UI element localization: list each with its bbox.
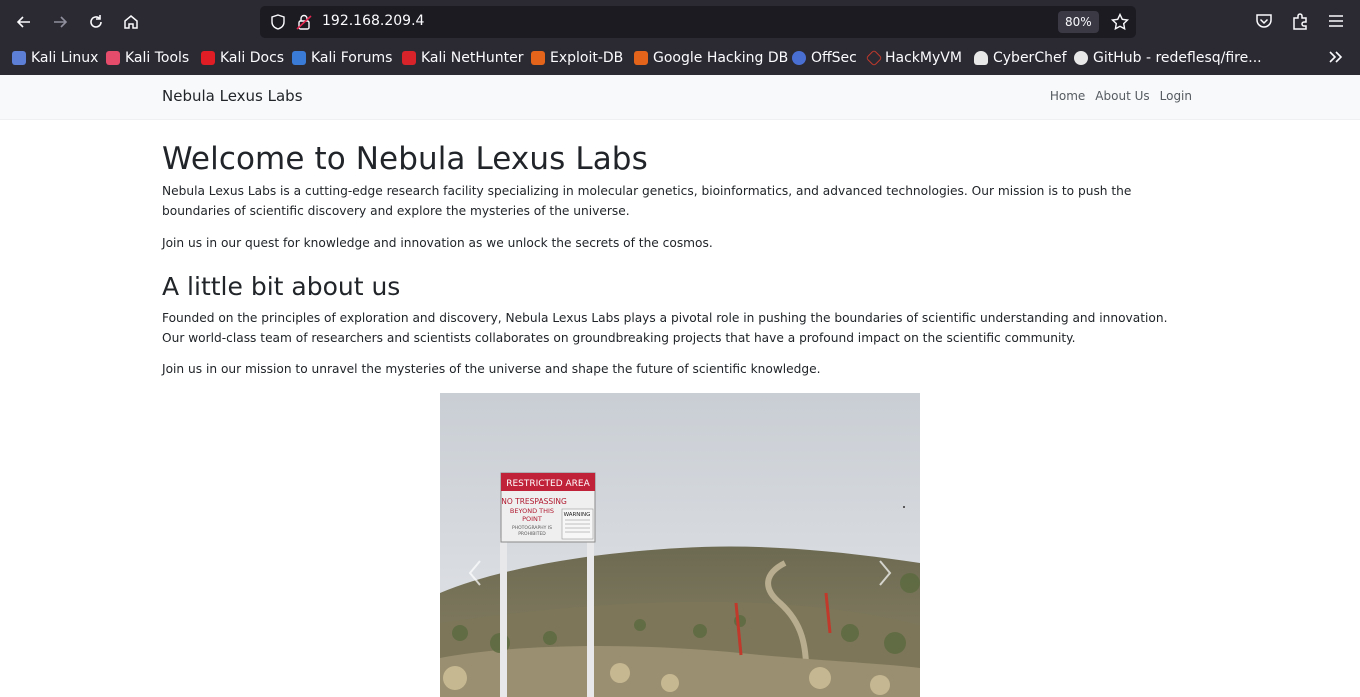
github-icon (1074, 51, 1088, 65)
sign-line-7: WARNING (564, 512, 591, 518)
back-button[interactable] (10, 8, 38, 36)
sign-line-6: PROHIBITED (518, 531, 546, 537)
intro-paragraph-2: Join us in our quest for knowledge and i… (162, 236, 713, 250)
image-carousel: RESTRICTED AREA NO TRESPASSING BEYOND TH… (440, 393, 920, 697)
kali-tools-icon (106, 51, 120, 65)
site-navbar: Nebula Lexus Labs Home About Us Login (0, 75, 1360, 120)
restricted-area-photo: RESTRICTED AREA NO TRESPASSING BEYOND TH… (440, 393, 920, 697)
extensions-icon[interactable] (1289, 10, 1311, 32)
page-title: Welcome to Nebula Lexus Labs (162, 141, 648, 177)
about-paragraph-2: Join us in our mission to unravel the my… (162, 362, 821, 376)
bookmark-cyberchef[interactable]: CyberChef (974, 48, 1067, 68)
exploit-db-icon (531, 51, 545, 65)
hackmyvm-icon (865, 49, 883, 67)
zoom-level-badge[interactable]: 80% (1058, 11, 1099, 33)
cyberchef-icon (974, 51, 988, 65)
bookmark-google-hacking-db[interactable]: Google Hacking DB (634, 48, 788, 68)
bookmark-offsec[interactable]: OffSec (792, 48, 857, 68)
intro-paragraph: Nebula Lexus Labs is a cutting-edge rese… (162, 184, 1132, 218)
carousel-prev-chevron-icon[interactable] (464, 555, 488, 591)
about-heading: A little bit about us (162, 272, 401, 301)
sign-line-2: NO TRESPASSING (501, 497, 567, 506)
forward-arrow-icon (54, 16, 68, 28)
url-text[interactable]: 192.168.209.4 (322, 13, 424, 29)
nav-about-link[interactable]: About Us (1095, 89, 1149, 103)
sign-line-1: RESTRICTED AREA (506, 479, 590, 489)
nav-login-link[interactable]: Login (1160, 89, 1192, 103)
site-brand[interactable]: Nebula Lexus Labs (162, 87, 303, 105)
back-arrow-icon (16, 16, 30, 28)
address-bar[interactable]: 192.168.209.4 80% (260, 6, 1136, 38)
bookmark-hackmyvm[interactable]: HackMyVM (865, 48, 962, 68)
bookmark-github[interactable]: GitHub - redeflesq/fire... (1074, 48, 1262, 68)
insecure-lock-icon[interactable] (295, 13, 313, 31)
bookmark-exploit-db[interactable]: Exploit-DB (531, 48, 623, 68)
bookmarks-toolbar: Kali Linux Kali Tools Kali Docs Kali For… (0, 44, 1360, 72)
menu-hamburger-icon[interactable] (1325, 10, 1347, 32)
kali-nethunter-icon (402, 51, 416, 65)
bookmark-kali-tools[interactable]: Kali Tools (106, 48, 189, 68)
about-paragraph: Founded on the principles of exploration… (162, 311, 1168, 345)
reload-button[interactable] (82, 8, 110, 36)
offsec-icon (792, 51, 806, 65)
shield-icon[interactable] (269, 13, 287, 31)
forward-button[interactable] (46, 8, 74, 36)
reload-icon (90, 15, 102, 28)
bookmark-kali-nethunter[interactable]: Kali NetHunter (402, 48, 523, 68)
home-button[interactable] (117, 8, 145, 36)
nav-home-link[interactable]: Home (1050, 89, 1085, 103)
sign-line-3: BEYOND THIS (510, 507, 554, 515)
bookmark-kali-docs[interactable]: Kali Docs (201, 48, 284, 68)
sign-line-4: POINT (522, 515, 542, 523)
bookmark-kali-linux[interactable]: Kali Linux (12, 48, 98, 68)
sign-line-5: PHOTOGRAPHY IS (512, 525, 552, 531)
bookmark-kali-forums[interactable]: Kali Forums (292, 48, 392, 68)
ghdb-icon (634, 51, 648, 65)
carousel-next-chevron-icon[interactable] (872, 555, 896, 591)
pocket-icon[interactable] (1253, 10, 1275, 32)
home-icon (124, 15, 138, 29)
kali-forums-icon (292, 51, 306, 65)
bookmark-star-icon[interactable] (1110, 12, 1130, 32)
browser-chrome: 192.168.209.4 80% Kali Linux Kali Tools … (0, 0, 1360, 75)
chevron-double-right-icon[interactable] (1326, 47, 1346, 67)
kali-docs-icon (201, 51, 215, 65)
kali-dragon-icon (12, 51, 26, 65)
nav-links: Home About Us Login (1050, 89, 1192, 103)
